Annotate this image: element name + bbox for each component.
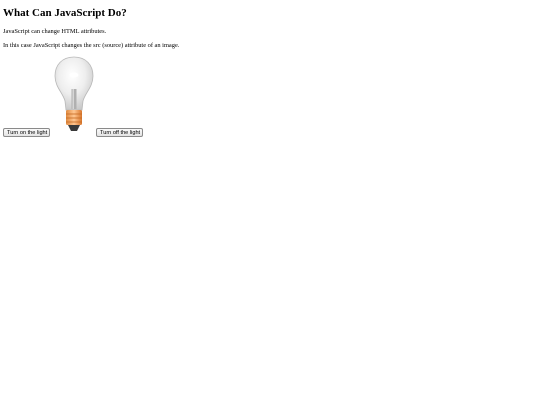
intro-text: JavaScript can change HTML attributes. (3, 28, 107, 35)
light-controls: Turn on the light Turn off the light (3, 55, 203, 137)
lightbulb-icon (54, 56, 94, 131)
turn-on-button[interactable]: Turn on the light (3, 128, 50, 137)
turn-off-button[interactable]: Turn off the light (96, 128, 143, 137)
page-title: What Can JavaScript Do? (3, 7, 127, 19)
description-text: In this case JavaScript changes the src … (3, 42, 180, 49)
